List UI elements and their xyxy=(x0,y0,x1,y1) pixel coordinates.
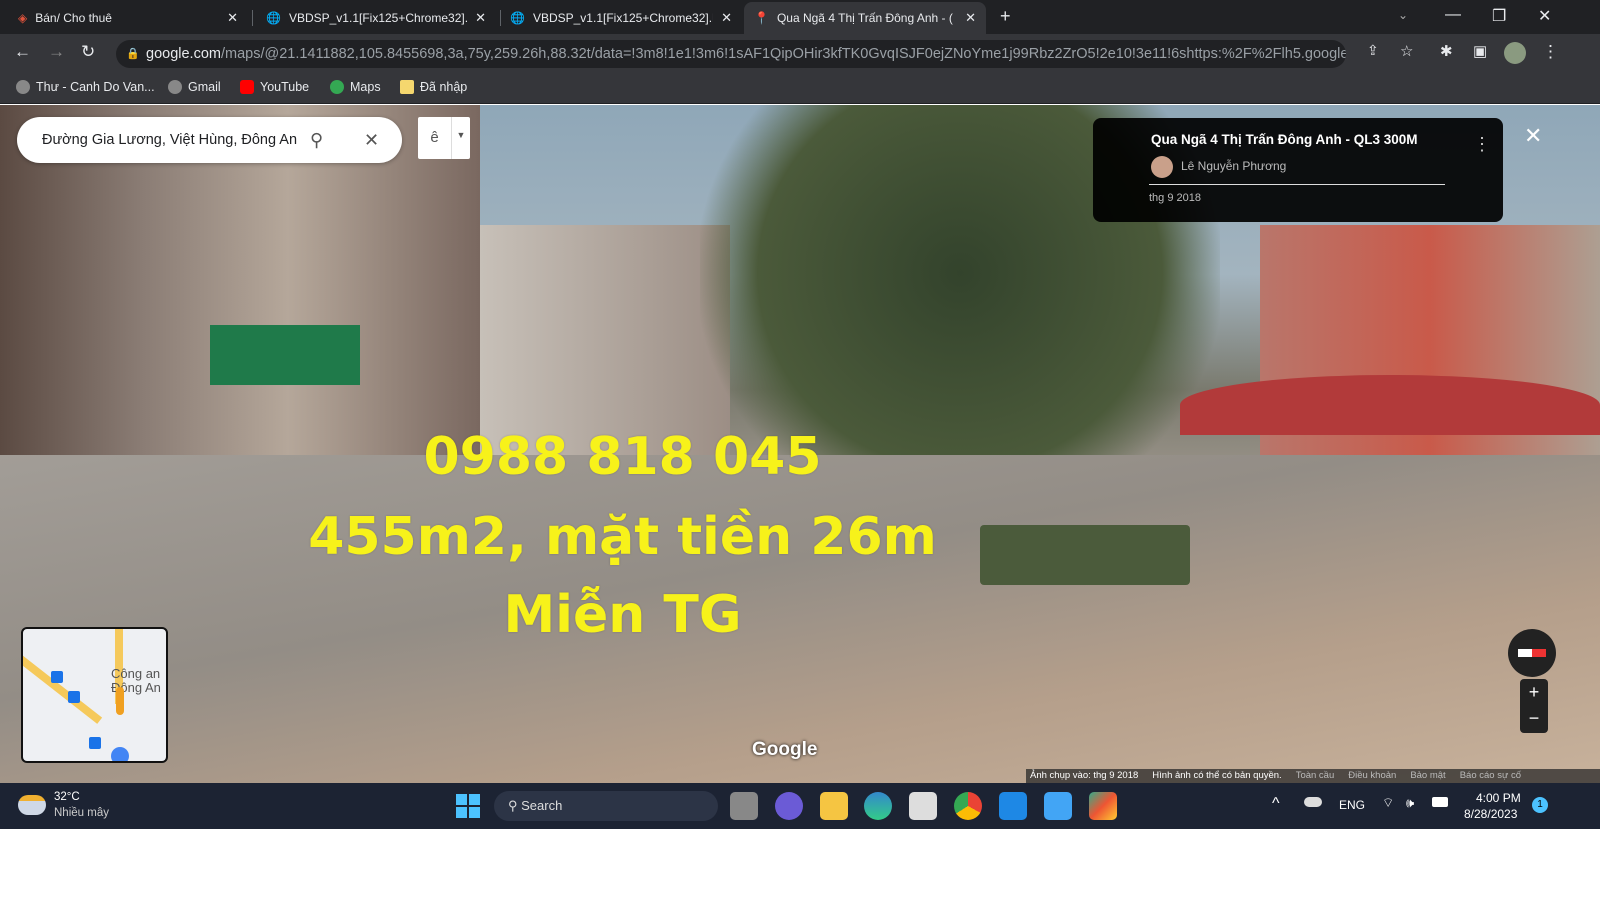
bookmarks-bar: Thư - Canh Do Van... Gmail YouTube Maps … xyxy=(0,72,1600,104)
minimize-button[interactable]: — xyxy=(1445,6,1461,24)
search-box[interactable]: Đường Gia Lương, Việt Hùng, Đông Anh ⚲ ✕ xyxy=(17,117,402,163)
close-street-view-button[interactable]: ✕ xyxy=(1524,123,1542,149)
street-view-canvas[interactable]: Đường Gia Lương, Việt Hùng, Đông Anh ⚲ ✕ ê… xyxy=(0,105,1600,783)
tab-vbdsp-1[interactable]: 🌐 VBDSP_v1.1[Fix125+Chrome32].N ✕ xyxy=(256,2,496,34)
area-text: 455m2, mặt tiền 26m xyxy=(308,507,937,567)
footer-link[interactable]: Điều khoản xyxy=(1348,770,1396,781)
bookmark-gmail[interactable]: Gmail xyxy=(168,80,221,94)
footer-link[interactable]: Toàn cầu xyxy=(1296,770,1335,781)
restore-button[interactable]: ❐ xyxy=(1492,6,1506,26)
battery-icon[interactable] xyxy=(1432,797,1448,807)
file-explorer-icon[interactable] xyxy=(820,792,848,820)
app-icon[interactable] xyxy=(1089,792,1117,820)
more-options-icon[interactable]: ⋮ xyxy=(1473,134,1491,155)
close-window-button[interactable]: ✕ xyxy=(1538,6,1551,26)
tab-vbdsp-2[interactable]: 🌐 VBDSP_v1.1[Fix125+Chrome32].N ✕ xyxy=(500,2,742,34)
search-icon[interactable]: ⚲ xyxy=(310,117,323,163)
globe-icon: 🌐 xyxy=(266,11,281,25)
forward-button[interactable]: → xyxy=(48,42,65,62)
footer-link[interactable]: Bảo mật xyxy=(1410,770,1445,781)
onedrive-icon[interactable] xyxy=(1304,797,1322,807)
clear-search-icon[interactable]: ✕ xyxy=(364,117,379,163)
app-icon[interactable] xyxy=(999,792,1027,820)
side-panel-icon[interactable]: ▣ xyxy=(1473,42,1487,60)
taskbar-search[interactable]: ⚲ Search xyxy=(494,791,718,821)
zoom-in-button[interactable]: + xyxy=(1520,679,1548,705)
photo-info-card: Qua Ngã 4 Thị Trấn Đông Anh - QL3 300M L… xyxy=(1093,118,1503,222)
weather-temp[interactable]: 32°C xyxy=(54,791,80,803)
chevron-down-icon[interactable]: ▼ xyxy=(452,117,470,159)
weather-desc[interactable]: Nhiều mây xyxy=(54,807,109,819)
map-footer: Ảnh chụp vào: thg 9 2018 Hình ảnh có thể … xyxy=(1026,769,1600,783)
menu-icon[interactable]: ⋮ xyxy=(1542,42,1559,62)
tab-ban-cho-thue[interactable]: ◈ Bán/ Cho thuê ✕ xyxy=(8,2,248,34)
pegman-icon xyxy=(116,687,124,715)
minimap[interactable]: Công an Đông An xyxy=(21,627,168,763)
chrome-icon[interactable] xyxy=(954,792,982,820)
tab-strip: ◈ Bán/ Cho thuê ✕ 🌐 VBDSP_v1.1[Fix125+Chrom… xyxy=(0,0,1600,34)
globe-icon: 🌐 xyxy=(510,11,525,25)
store-icon[interactable] xyxy=(909,792,937,820)
author-name[interactable]: Lê Nguyễn Phương xyxy=(1181,159,1286,173)
reload-button[interactable]: ↻ xyxy=(81,42,95,62)
footer-link[interactable]: Báo cáo sự cố xyxy=(1460,770,1521,781)
notification-badge[interactable]: 1 xyxy=(1532,797,1548,813)
task-view-icon[interactable] xyxy=(730,792,758,820)
back-button[interactable]: ← xyxy=(14,42,31,62)
weather-icon[interactable] xyxy=(18,795,46,815)
phone-number-text: 0988 818 045 xyxy=(423,427,822,487)
close-tab-icon[interactable]: ✕ xyxy=(227,10,238,26)
lock-icon: 🔒 xyxy=(126,48,140,60)
bookmark-youtube[interactable]: YouTube xyxy=(240,80,309,94)
language-indicator[interactable]: ENG xyxy=(1339,798,1365,812)
teams-icon[interactable] xyxy=(775,792,803,820)
chevron-up-icon[interactable]: ^ xyxy=(1272,795,1280,813)
bookmark-folder[interactable]: Đã nhập xyxy=(400,80,467,94)
bus-stop-icon xyxy=(68,691,80,703)
profile-avatar[interactable] xyxy=(1504,42,1526,64)
photo-title: Qua Ngã 4 Thị Trấn Đông Anh - QL3 300M xyxy=(1151,132,1418,147)
taskbar: 32°C Nhiều mây ⚲ Search ^ ENG ⌔ 🕪 4:00 P… xyxy=(0,783,1600,829)
windows-start-icon[interactable] xyxy=(456,794,480,818)
extensions-icon[interactable]: ✱ xyxy=(1440,42,1453,60)
search-input[interactable]: Đường Gia Lương, Việt Hùng, Đông Anh xyxy=(42,117,297,163)
zoom-controls: + − xyxy=(1520,679,1548,733)
close-tab-icon[interactable]: ✕ xyxy=(721,10,732,26)
note-text: Miễn TG xyxy=(503,585,742,645)
shopping-icon xyxy=(111,747,129,761)
search-icon: ⚲ xyxy=(508,798,522,813)
clock-time[interactable]: 4:00 PM xyxy=(1476,791,1521,805)
site-logo-icon: ◈ xyxy=(18,11,28,25)
wifi-icon[interactable]: ⌔ xyxy=(1382,795,1394,811)
edge-icon[interactable] xyxy=(864,792,892,820)
tab-google-maps[interactable]: 📍 Qua Ngã 4 Thị Trấn Đông Anh - (✕ xyxy=(744,2,986,34)
photo-date: thg 9 2018 xyxy=(1149,192,1201,204)
mail-icon[interactable] xyxy=(1044,792,1072,820)
google-watermark: Google xyxy=(752,739,818,760)
bus-stop-icon xyxy=(51,671,63,683)
author-avatar[interactable] xyxy=(1151,156,1173,178)
close-tab-icon[interactable]: ✕ xyxy=(965,10,976,26)
share-icon[interactable]: ⇪ xyxy=(1367,42,1379,59)
bus-stop-icon xyxy=(89,737,101,749)
bookmark-maps[interactable]: Maps xyxy=(330,80,381,94)
clock-date[interactable]: 8/28/2023 xyxy=(1464,807,1517,821)
compass-button[interactable] xyxy=(1508,629,1556,677)
volume-icon[interactable]: 🕪 xyxy=(1406,795,1414,811)
new-tab-button[interactable]: + xyxy=(1000,6,1011,27)
maps-pin-icon: 📍 xyxy=(754,11,769,25)
address-bar[interactable]: 🔒 google.com/maps/@21.1411882,105.8455698… xyxy=(116,40,1346,68)
zoom-out-button[interactable]: − xyxy=(1520,705,1548,731)
tab-search-icon[interactable]: ⌄ xyxy=(1398,8,1408,22)
bookmark-thu[interactable]: Thư - Canh Do Van... xyxy=(16,80,155,94)
input-tools-button[interactable]: ê ▼ xyxy=(418,117,470,159)
bookmark-star-icon[interactable]: ☆ xyxy=(1400,42,1413,60)
close-tab-icon[interactable]: ✕ xyxy=(475,10,486,26)
